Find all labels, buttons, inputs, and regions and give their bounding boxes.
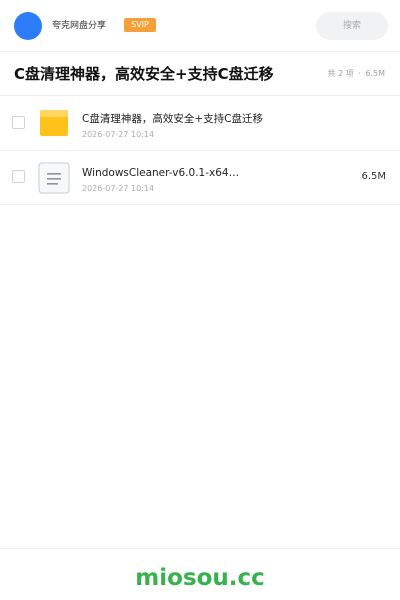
search-button[interactable]: 搜索: [316, 12, 388, 40]
file-row[interactable]: C盘清理神器，高效安全+支持C盘迁移 2026-07-27 10:14: [0, 97, 400, 151]
item-count: 共 2 项: [327, 69, 354, 78]
file-date: 2026-07-27 10:14: [82, 130, 155, 139]
top-bar: 夸克网盘分享 SVIP 搜索: [0, 0, 400, 52]
select-checkbox[interactable]: [12, 116, 25, 129]
svip-badge: SVIP: [124, 18, 156, 32]
file-name[interactable]: C盘清理神器，高效安全+支持C盘迁移: [82, 112, 282, 126]
file-date: 2026-07-27 10:14: [82, 184, 155, 193]
file-name[interactable]: WindowsCleaner-v6.0.1-x64…: [82, 166, 242, 180]
document-icon: [38, 162, 70, 194]
summary-separator: ·: [358, 69, 361, 78]
share-title: C盘清理神器，高效安全+支持C盘迁移: [14, 65, 274, 83]
user-name: 夸克网盘分享: [52, 21, 107, 31]
footer: miosou.cc: [0, 548, 400, 600]
file-size: 6.5M: [361, 171, 386, 182]
folder-icon: [40, 110, 68, 136]
total-size: 6.5M: [365, 69, 385, 78]
share-summary: 共 2 项 · 6.5M: [328, 68, 387, 80]
select-checkbox[interactable]: [12, 170, 25, 183]
watermark-text: miosou.cc: [135, 565, 265, 591]
avatar[interactable]: [14, 12, 42, 40]
share-title-bar: C盘清理神器，高效安全+支持C盘迁移 共 2 项 · 6.5M: [0, 52, 400, 96]
file-row[interactable]: WindowsCleaner-v6.0.1-x64… 2026-07-27 10…: [0, 151, 400, 205]
